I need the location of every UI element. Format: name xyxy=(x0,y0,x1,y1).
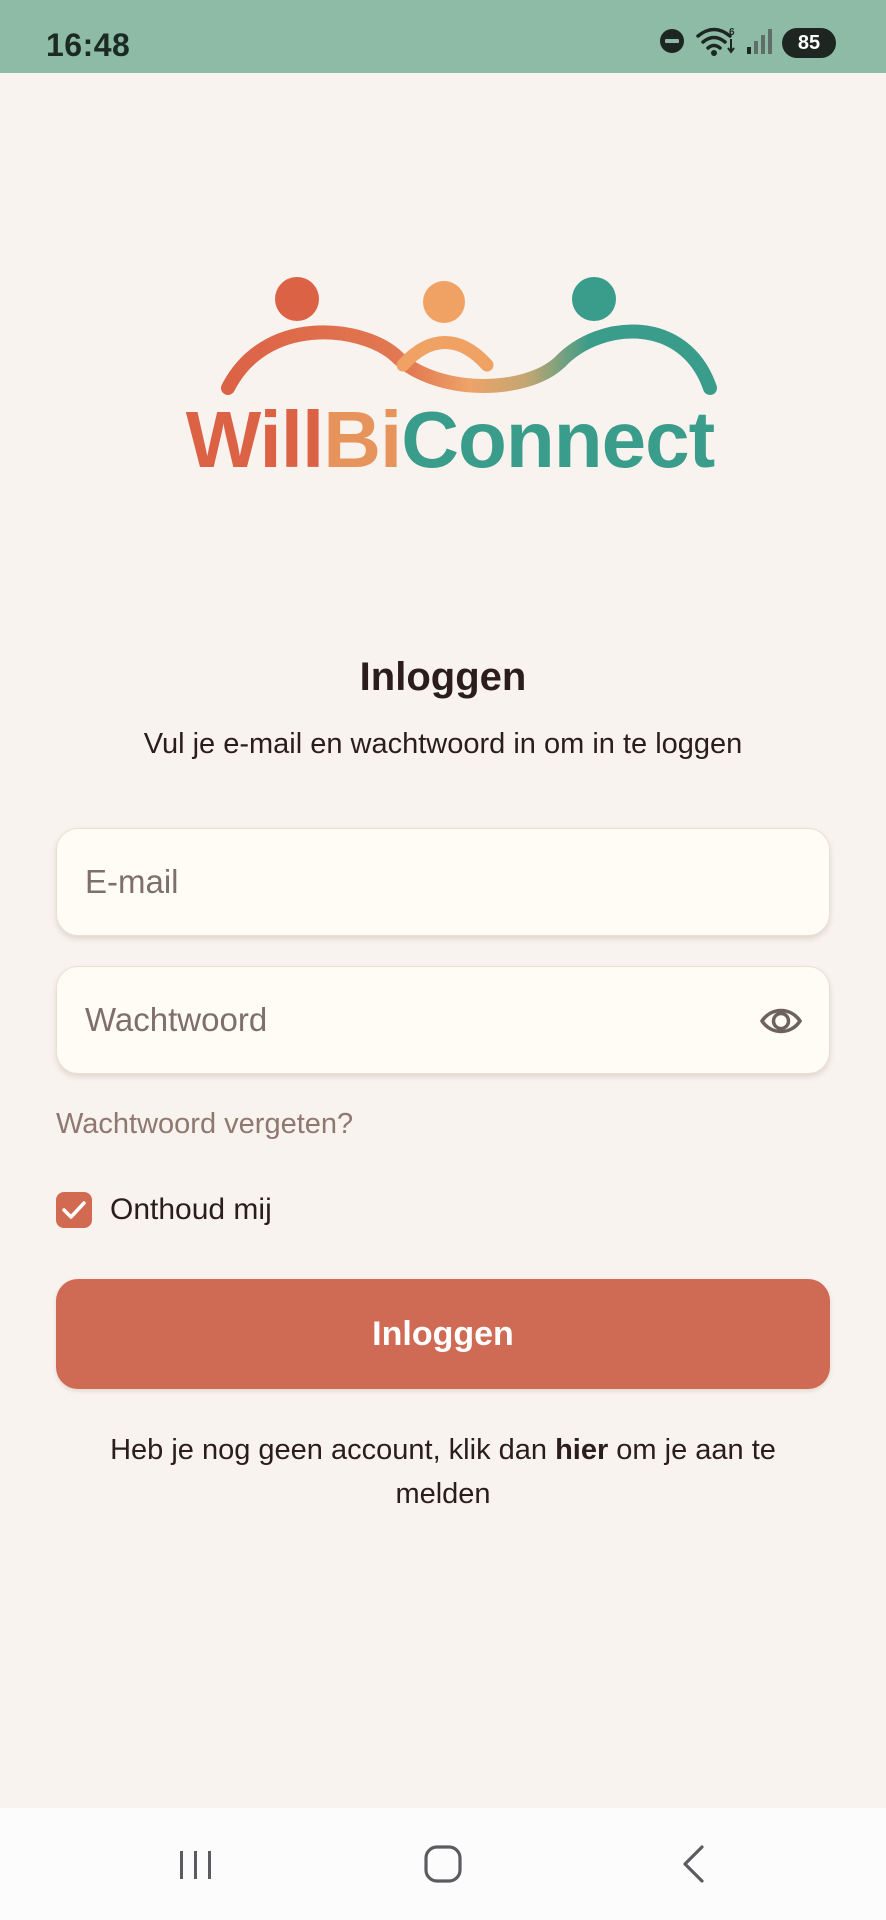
forgot-password-link[interactable]: Wachtwoord vergeten? xyxy=(56,1108,353,1141)
logo-word-will: Will xyxy=(185,395,324,484)
wifi-icon: 6 xyxy=(696,25,736,62)
recents-icon[interactable] xyxy=(166,1838,226,1890)
signal-icon xyxy=(746,27,772,60)
status-time: 16:48 xyxy=(46,27,131,63)
show-password-icon[interactable] xyxy=(759,1001,803,1041)
login-button[interactable]: Inloggen xyxy=(56,1279,830,1389)
back-icon[interactable] xyxy=(664,1838,724,1890)
battery-level: 85 xyxy=(797,31,821,54)
logo-wordmark: WillBiConnect xyxy=(180,400,720,480)
system-nav-bar xyxy=(0,1808,886,1920)
status-bar: 16:48 6 85 xyxy=(0,0,886,73)
signup-text: Heb je nog geen account, klik dan hier o… xyxy=(70,1428,816,1516)
do-not-disturb-icon xyxy=(658,27,686,60)
logo-word-connect: Connect xyxy=(401,395,715,484)
remember-me-row[interactable]: Onthoud mij xyxy=(56,1192,272,1228)
app-logo: WillBiConnect xyxy=(180,270,720,490)
status-icons: 6 85 xyxy=(658,26,836,60)
logo-word-bi: Bi xyxy=(323,395,402,484)
svg-text:6: 6 xyxy=(729,27,735,38)
email-field[interactable] xyxy=(57,829,829,935)
signup-text-before: Heb je nog geen account, klik dan xyxy=(110,1434,556,1466)
home-icon[interactable] xyxy=(414,1838,474,1890)
checkmark-icon xyxy=(62,1201,86,1219)
remember-me-label: Onthoud mij xyxy=(110,1193,272,1226)
page-subtitle: Vul je e-mail en wachtwoord in om in te … xyxy=(143,728,743,760)
logo-people-icon xyxy=(221,277,717,395)
signup-link[interactable]: hier xyxy=(555,1434,608,1466)
password-field[interactable] xyxy=(57,967,829,1073)
remember-me-checkbox[interactable] xyxy=(56,1192,92,1228)
email-field-container xyxy=(56,828,830,936)
password-field-container xyxy=(56,966,830,1074)
battery-icon: 85 xyxy=(782,28,836,58)
page-title: Inloggen xyxy=(359,655,527,699)
